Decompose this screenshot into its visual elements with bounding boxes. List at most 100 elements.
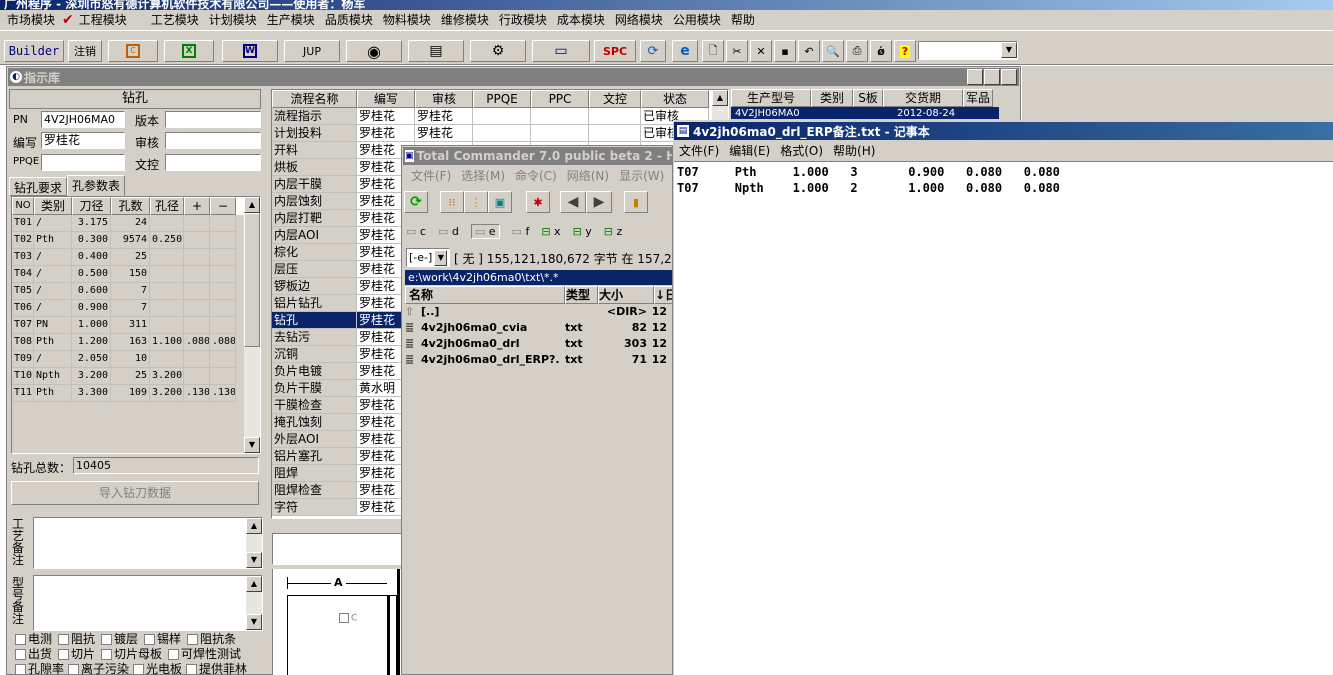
checkbox-plating[interactable]: 镀层	[101, 632, 138, 647]
tab-drill-requirements[interactable]: 钻孔要求	[9, 177, 68, 196]
tc-drive-z[interactable]: ⊟ z	[604, 225, 623, 238]
scroll-up-icon[interactable]: ▲	[246, 518, 262, 534]
table-row[interactable]: T03/0.400 25	[12, 249, 260, 266]
table-row[interactable]: 4V2JH06MA0 2012-08-24	[731, 107, 999, 119]
cut-button[interactable]: ✂	[726, 40, 748, 62]
col-military[interactable]: 军品	[963, 89, 993, 107]
col-plus[interactable]: +	[184, 197, 210, 215]
preview-button[interactable]: 🔍	[822, 40, 844, 62]
tc-drive-d[interactable]: ▭ d	[438, 225, 459, 238]
process-note-scrollbar[interactable]: ▲ ▼	[246, 518, 262, 568]
tc-back-button[interactable]: ◀	[560, 191, 586, 213]
undo-button[interactable]: ↶	[798, 40, 820, 62]
tc-thumbs-button[interactable]: ▣	[488, 191, 512, 213]
tc-menu-select[interactable]: 选择(M)	[456, 167, 510, 185]
table-row[interactable]: T06/0.900 7	[12, 300, 260, 317]
table-row[interactable]: 流程指示 罗桂花 罗桂花 已审核	[272, 108, 728, 125]
col-delivery[interactable]: 交货期	[883, 89, 963, 107]
scroll-thumb[interactable]	[244, 213, 260, 347]
tc-menu-view[interactable]: 显示(W)	[614, 167, 669, 185]
table-row[interactable]: T11 Pth 3.300 109 3.200.130.130	[12, 385, 260, 402]
refresh-button[interactable]: ⟳	[640, 40, 666, 62]
list-item[interactable]: ≣ 4v2jh06ma0_drl txt 303 12	[405, 336, 672, 352]
table-row[interactable]: T08 Pth 1.200 163 1.100.080.080	[12, 334, 260, 351]
tc-tree-button[interactable]: ⋮	[464, 191, 488, 213]
menu-production[interactable]: 生产模块	[262, 11, 320, 29]
ie-button[interactable]: e	[672, 40, 698, 62]
tc-refresh-button[interactable]: ⟳	[404, 191, 428, 213]
menu-process[interactable]: 工艺模块	[146, 11, 204, 29]
tc-drive-c[interactable]: ▭ c	[406, 225, 426, 238]
checkbox-impedance-strip[interactable]: 阻抗条	[187, 632, 236, 647]
toolbar-combo[interactable]: ▼	[918, 41, 1018, 60]
checkbox-porosity[interactable]: 孔隙率	[15, 662, 64, 675]
col-file-type[interactable]: 类型	[565, 286, 598, 304]
tc-select-button[interactable]: ✱	[526, 191, 550, 213]
computer-button[interactable]: ▭	[532, 40, 590, 62]
checkbox-shipment[interactable]: 出货	[15, 647, 52, 662]
col-type[interactable]: 类别	[34, 197, 72, 215]
doc-control-field[interactable]	[165, 154, 261, 171]
table-row[interactable]: T10 Npth 3.200 25 3.200	[12, 368, 260, 385]
col-ppqe[interactable]: PPQE	[473, 90, 531, 108]
model-note-scrollbar[interactable]: ▲ ▼	[246, 576, 262, 630]
checkbox-ionic[interactable]: 离子污染	[68, 662, 129, 675]
col-status[interactable]: 状态	[641, 90, 709, 108]
tc-menu-network[interactable]: 网络(N)	[562, 167, 614, 185]
tc-lock-button[interactable]: ▮	[624, 191, 648, 213]
checkbox-tin-sample[interactable]: 锡样	[144, 632, 181, 647]
table-row[interactable]: T01/3.175 24	[12, 215, 260, 232]
jup-button[interactable]: JUP	[284, 40, 340, 62]
col-reviewer[interactable]: 审核	[415, 90, 473, 108]
col-doc-control[interactable]: 文控	[589, 90, 641, 108]
tc-brief-button[interactable]: ⁝⁝	[440, 191, 464, 213]
review-field[interactable]	[165, 132, 261, 149]
col-no[interactable]: NO	[12, 197, 34, 215]
tc-menu-file[interactable]: 文件(F)	[406, 167, 456, 185]
scroll-up-icon[interactable]: ▲	[246, 576, 262, 592]
checkbox-film[interactable]: 提供菲林	[186, 662, 247, 675]
col-process-name[interactable]: 流程名称	[272, 90, 357, 108]
col-date[interactable]: ↓日	[654, 286, 672, 304]
menu-quality[interactable]: 品质模块	[320, 11, 378, 29]
menu-network[interactable]: 网络模块	[610, 11, 668, 29]
tc-path-bar[interactable]: e:\work\4v2jh06ma0\txt\*.*	[405, 270, 672, 285]
table-row[interactable]: T07 PN 1.000 311	[12, 317, 260, 334]
database-button[interactable]: ▤	[408, 40, 464, 62]
print-button[interactable]: ⎙	[846, 40, 868, 62]
col-hole-count[interactable]: 孔数	[111, 197, 150, 215]
menu-public[interactable]: 公用模块	[668, 11, 726, 29]
col-model[interactable]: 生产型号	[731, 89, 811, 107]
table-row[interactable]: T02 Pth 0.300 9574 0.250	[12, 232, 260, 249]
menu-admin[interactable]: 行政模块	[494, 11, 552, 29]
col-category[interactable]: 类别	[811, 89, 853, 107]
network-tool-button[interactable]: ⚙	[470, 40, 526, 62]
menu-help[interactable]: 帮助	[726, 11, 760, 29]
scroll-up-icon[interactable]: ▲	[712, 90, 728, 106]
list-item[interactable]: ≣ 4v2jh06ma0_drl_ERP?. txt 71 12	[405, 352, 672, 368]
table-row[interactable]: T05/0.600 7	[12, 283, 260, 300]
process-input[interactable]	[272, 533, 402, 565]
col-ppc[interactable]: PPC	[531, 90, 589, 108]
logout-button[interactable]: 注销	[68, 40, 102, 62]
module-c-button[interactable]: C	[108, 40, 158, 62]
process-note-field[interactable]: ▲ ▼	[33, 517, 263, 569]
checkbox-impedance[interactable]: 阻抗	[58, 632, 95, 647]
notepad-menu-edit[interactable]: 编辑(E)	[724, 142, 775, 160]
notepad-text-area[interactable]: T07 Pth 1.000 3 0.900 0.080 0.080 T07 Np…	[674, 161, 1333, 675]
col-tool-dia[interactable]: 刀径	[72, 197, 111, 215]
delete-button[interactable]: ✕	[750, 40, 772, 62]
table-row[interactable]: T09/2.050 10	[12, 351, 260, 368]
scroll-up-icon[interactable]: ▲	[244, 197, 260, 213]
checkbox-solderability[interactable]: 可焊性测试	[168, 647, 241, 662]
menu-material[interactable]: 物料模块	[378, 11, 436, 29]
notepad-menu-file[interactable]: 文件(F)	[674, 142, 724, 160]
col-s-board[interactable]: S板	[853, 89, 883, 107]
spc-button[interactable]: SPC	[594, 40, 636, 62]
diagram-checkbox-c[interactable]: C	[339, 613, 357, 624]
close-button[interactable]: ✕	[1001, 69, 1017, 85]
scroll-down-icon[interactable]: ▼	[244, 437, 260, 453]
maximize-button[interactable]: □	[984, 69, 1000, 85]
notepad-menu-format[interactable]: 格式(O)	[775, 142, 828, 160]
model-note-field[interactable]: ▲ ▼	[33, 575, 263, 631]
